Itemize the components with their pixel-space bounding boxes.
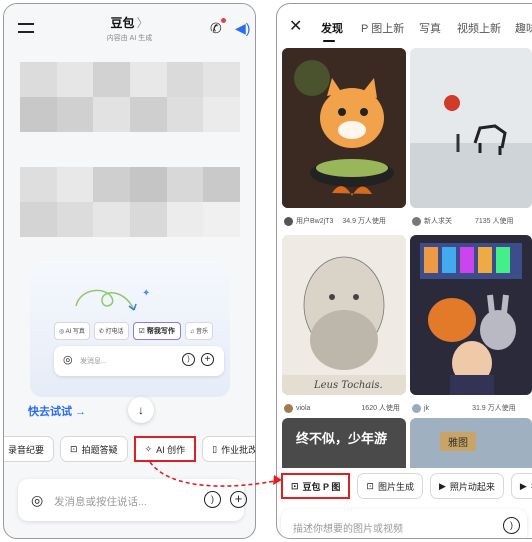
voice-input-icon[interactable]: ) <box>503 517 520 534</box>
active-tab-indicator <box>323 40 335 42</box>
add-icon[interactable]: + <box>230 491 247 508</box>
scroll-down-button[interactable]: ↓ <box>128 397 154 423</box>
mini-input-placeholder: 发消息... <box>80 358 107 365</box>
blurred-content-bottom <box>20 167 240 237</box>
speaker-icon[interactable]: ◀) <box>235 20 250 37</box>
avatar <box>284 403 293 413</box>
bot-title[interactable]: 豆包〉 <box>107 14 153 31</box>
chip-writing[interactable]: ☑ 帮我写作 <box>132 322 181 340</box>
describe-input-placeholder: 描述你想要的图片或视频 <box>293 524 403 535</box>
tab-portrait[interactable]: 写真 <box>419 20 441 36</box>
close-icon[interactable]: ✕ <box>289 16 302 36</box>
card-meta-4: jk 31.9 万人使用 <box>412 403 516 413</box>
camera-icon: ◎ <box>63 354 73 366</box>
chat-header: 豆包〉 内容由 AI 生成 ✆ ◀) <box>4 4 255 52</box>
svg-text:✦: ✦ <box>142 288 150 299</box>
action-doubao-p-image[interactable]: ⊡ 豆包 P 图 <box>281 473 351 499</box>
signature-text: Leus Tochais. <box>313 380 383 391</box>
action-homework-check[interactable]: ▯ 作业批改 <box>202 436 255 462</box>
blurred-content-top <box>20 62 240 132</box>
gate-sign-text: 雅图 <box>440 432 476 451</box>
image-cartoon-cinema[interactable] <box>410 235 532 395</box>
swirl-illustration: ✦ <box>75 288 150 311</box>
card-meta-1: 用户Bw2jT3 34.9 万人使用 <box>284 216 386 226</box>
chip-music[interactable]: ♫ 音乐 <box>184 322 214 340</box>
action-animate-photo[interactable]: ▶ 照片动起来 <box>429 473 504 499</box>
message-input-bar[interactable]: ◎ 发消息或按住说话... ) + <box>18 479 247 521</box>
mini-message-input: ◎ 发消息... ) + <box>54 346 224 376</box>
voice-input-icon[interactable]: ) <box>204 491 221 508</box>
poem-text: 终不似，少年游 <box>296 432 388 447</box>
create-actions: ⊡豆包 P 图 ⊡图片生成 ▶照片动起来 ▶视 <box>281 473 532 499</box>
quick-actions: 录音纪要 ⊡ 拍题答疑 ✧ AI 创作 ▯ 作业批改 <box>4 436 255 462</box>
video-icon: ▶ <box>519 480 527 491</box>
image-sketch-portrait[interactable]: Leus Tochais. <box>282 235 406 395</box>
tab-discover[interactable]: 发现 <box>321 20 343 36</box>
phone-call-icon[interactable]: ✆ <box>210 20 222 37</box>
image-ancient-gate[interactable]: 雅图 <box>410 418 532 468</box>
play-icon: ▶ <box>438 480 446 491</box>
image-cat-cooking[interactable] <box>282 48 406 208</box>
avatar <box>412 403 421 413</box>
tab-p-image-new[interactable]: P 图上新 <box>361 20 404 36</box>
image-edit-icon: ⊡ <box>291 480 299 491</box>
sparkle-icon: ✧ <box>144 443 153 454</box>
describe-input-bar[interactable]: 描述你想要的图片或视频 ) <box>281 509 527 538</box>
try-it-link[interactable]: 快去试试 → <box>28 403 86 419</box>
document-icon: ▯ <box>212 443 218 454</box>
action-photo-question[interactable]: ⊡ 拍题答疑 <box>60 436 128 462</box>
menu-icon[interactable] <box>18 23 34 33</box>
tab-fun[interactable]: 趣味 <box>515 20 532 36</box>
card-meta-2: 新人求关 7135 人使用 <box>412 216 514 226</box>
photo-icon: ⊡ <box>70 443 78 454</box>
chip-ai-photo[interactable]: ◎ AI 写真 <box>54 322 90 340</box>
ai-generated-note: 内容由 AI 生成 <box>106 34 153 42</box>
action-image-generate[interactable]: ⊡ 图片生成 <box>357 473 423 499</box>
voice-icon: ) <box>182 353 195 366</box>
notification-dot <box>221 18 226 23</box>
action-recording-notes[interactable]: 录音纪要 <box>4 436 55 462</box>
action-video[interactable]: ▶视 <box>510 473 532 499</box>
camera-icon[interactable]: ◎ <box>31 492 43 509</box>
avatar <box>284 216 293 226</box>
image-poem-banner[interactable]: 终不似，少年游 <box>282 418 406 468</box>
feature-chips: ◎ AI 写真 ✆ 打电话 ☑ 帮我写作 ♫ 音乐 <box>54 322 214 340</box>
right-phone-screen: ✕ 发现 P 图上新 写真 视频上新 趣味 用户Bw2jT3 34.9 万人使用 <box>276 3 532 539</box>
image-horse-mist[interactable] <box>410 48 532 208</box>
left-phone-screen: 豆包〉 内容由 AI 生成 ✆ ◀) ✦ ◎ AI 写真 ✆ 打电话 ☑ 帮我写… <box>3 3 256 539</box>
message-input-placeholder: 发消息或按住说话... <box>54 496 147 508</box>
image-icon: ⊡ <box>366 480 374 491</box>
tab-video-new[interactable]: 视频上新 <box>457 20 501 36</box>
plus-icon: + <box>201 353 214 366</box>
category-tabs: ✕ 发现 P 图上新 写真 视频上新 趣味 <box>277 4 532 50</box>
chip-call[interactable]: ✆ 打电话 <box>93 322 129 340</box>
avatar <box>412 216 421 226</box>
card-meta-3: viola 1620 人使用 <box>284 403 400 413</box>
action-ai-create[interactable]: ✧ AI 创作 <box>133 436 197 462</box>
